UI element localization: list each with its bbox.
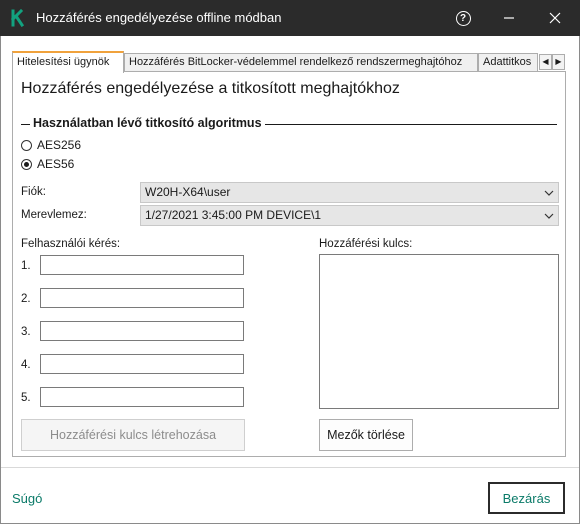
request-field-2[interactable] [40, 288, 244, 308]
close-window-button[interactable] [532, 0, 578, 36]
clear-fields-button[interactable]: Mezők törlése [319, 419, 413, 451]
request-field-number: 5. [21, 392, 31, 404]
title-bar: Hozzáférés engedélyezése offline módban … [0, 0, 580, 36]
close-button[interactable]: Bezárás [488, 482, 565, 514]
help-button[interactable]: ? [440, 0, 486, 36]
kaspersky-logo-icon [10, 9, 25, 27]
tab-bitlocker-access[interactable]: Hozzáférés BitLocker-védelemmel rendelke… [124, 53, 478, 71]
account-value: W20H-X64\user [145, 185, 231, 199]
help-link[interactable]: Súgó [12, 491, 42, 506]
radio-aes56[interactable]: AES56 [21, 157, 74, 171]
window-title: Hozzáférés engedélyezése offline módban [36, 10, 282, 25]
disk-select[interactable]: 1/27/2021 3:45:00 PM DEVICE\1 [140, 205, 559, 226]
tab-auth-agent[interactable]: Hitelesítési ügynök [12, 51, 124, 73]
help-icon: ? [455, 10, 471, 26]
access-key-label: Hozzáférési kulcs: [319, 238, 413, 250]
panel-heading: Hozzáférés engedélyezése a titkosított m… [21, 80, 400, 97]
chevron-down-icon [544, 190, 554, 196]
tab-scroll-right-icon[interactable]: ▶ [552, 54, 565, 70]
request-field-3[interactable] [40, 321, 244, 341]
access-key-field[interactable] [319, 254, 559, 409]
generate-key-button[interactable]: Hozzáférési kulcs létrehozása [21, 419, 245, 451]
tab-strip: Hitelesítési ügynök Hozzáférés BitLocker… [12, 51, 566, 73]
request-field-4[interactable] [40, 354, 244, 374]
close-icon [549, 12, 561, 24]
chevron-down-icon [544, 213, 554, 219]
radio-aes256-circle[interactable] [21, 139, 32, 151]
request-field-5[interactable] [40, 387, 244, 407]
account-select[interactable]: W20H-X64\user [140, 182, 559, 203]
request-field-1[interactable] [40, 255, 244, 275]
tab-scroll-left-icon[interactable]: ◀ [539, 54, 552, 70]
request-field-number: 2. [21, 293, 31, 305]
request-field-number: 1. [21, 260, 31, 272]
request-field-number: 4. [21, 359, 31, 371]
radio-aes256[interactable]: AES256 [21, 138, 81, 152]
disk-label: Merevlemez: [21, 209, 87, 221]
radio-aes56-label: AES56 [37, 157, 75, 171]
disk-value: 1/27/2021 3:45:00 PM DEVICE\1 [145, 208, 322, 222]
radio-aes256-label: AES256 [37, 138, 82, 152]
user-request-label: Felhasználói kérés: [21, 238, 121, 250]
account-label: Fiók: [21, 186, 46, 198]
algorithm-group-title: Használatban lévő titkosító algoritmus [30, 116, 265, 130]
tab-data-encryption[interactable]: Adattitkos [478, 53, 538, 71]
request-field-number: 3. [21, 326, 31, 338]
minimize-button[interactable] [486, 0, 532, 36]
radio-aes56-circle[interactable] [21, 158, 32, 170]
minimize-icon [504, 17, 514, 19]
footer-separator [1, 467, 579, 468]
